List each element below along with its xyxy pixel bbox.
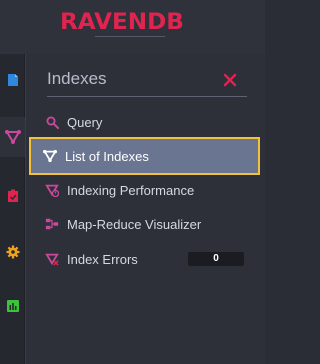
rail-indexes[interactable] — [0, 117, 25, 157]
rail-settings[interactable] — [0, 232, 25, 272]
clipboard-icon — [7, 189, 18, 202]
menu-item-label: Indexing Performance — [67, 182, 195, 198]
indexing-performance-icon — [44, 182, 60, 198]
close-button[interactable] — [221, 71, 239, 89]
menu-item-query[interactable]: Query — [31, 105, 256, 139]
main-nav-rail — [0, 54, 25, 364]
indexes-icon — [42, 148, 58, 164]
menu-item-list-of-indexes[interactable]: List of Indexes — [29, 137, 260, 175]
ravendb-logo[interactable]: RAVENDB — [60, 10, 184, 35]
logo-divider — [95, 36, 165, 40]
top-bar: RAVENDB — [0, 0, 265, 54]
index-errors-icon — [44, 251, 60, 267]
error-count-badge: 0 — [188, 252, 244, 266]
map-reduce-icon — [44, 216, 60, 232]
rail-documents[interactable] — [0, 60, 25, 100]
rail-stats[interactable] — [0, 286, 25, 326]
menu-item-map-reduce-visualizer[interactable]: Map-Reduce Visualizer — [31, 207, 256, 241]
gear-icon — [6, 245, 19, 259]
menu-item-label: Query — [67, 114, 103, 130]
menu-item-label: Index Errors — [67, 251, 138, 267]
document-icon — [7, 74, 18, 86]
menu-item-label: List of Indexes — [65, 148, 149, 164]
menu-item-index-errors[interactable]: Index Errors 0 — [31, 242, 256, 276]
indexes-flyout-menu: Indexes Query List of Indexes Indexing P… — [25, 54, 265, 364]
close-icon — [223, 73, 237, 87]
search-icon — [44, 114, 60, 130]
menu-item-indexing-performance[interactable]: Indexing Performance — [31, 173, 256, 207]
rail-patches[interactable] — [0, 176, 25, 216]
indexes-icon — [4, 130, 21, 144]
flyout-title: Indexes — [47, 69, 107, 88]
flyout-header: Indexes — [47, 69, 247, 97]
chart-icon — [6, 300, 19, 312]
menu-item-label: Map-Reduce Visualizer — [67, 216, 202, 232]
